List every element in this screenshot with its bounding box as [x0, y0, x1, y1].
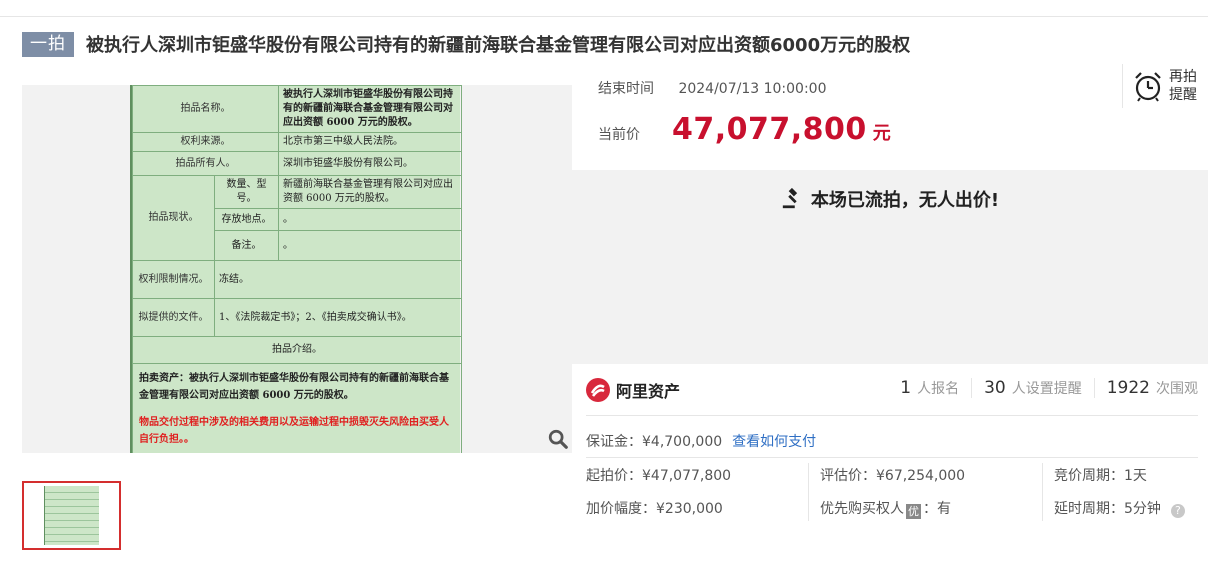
start-price: 起拍价：¥47,077,800 [586, 468, 732, 484]
current-price-value: 47,077,800 [672, 112, 867, 147]
doc-intro-text: 拍卖资产：被执行人深圳市钜盛华股份有限公司持有的新疆前海联合基金管理有限公司对应… [139, 373, 449, 401]
doc-intro-heading: 拍品介绍。 [132, 336, 462, 364]
brand-stats-row: 阿里资产 1 人报名 30 人设置提醒 1922 次围观 [586, 366, 1198, 416]
details-divider [586, 457, 1198, 458]
doc-value: 被执行人深圳市钜盛华股份有限公司持有的新疆前海联合基金管理有限公司对应出资额 6… [278, 85, 462, 133]
stat-count: 30 [984, 378, 1006, 398]
thumbnail-image [44, 486, 99, 545]
top-divider [0, 16, 1208, 17]
bid-increment: 加价幅度：¥230,000 [586, 501, 723, 517]
brand-name: 阿里资产 [616, 382, 681, 401]
end-time-row: 结束时间 2024/07/13 10:00:00 [598, 78, 826, 98]
doc-value: 冻结。 [214, 260, 462, 299]
remind-label: 再拍提醒 [1169, 69, 1197, 103]
gavel-icon [782, 188, 798, 209]
priority-badge: 优 [906, 504, 921, 519]
doc-tail: 。 [133, 452, 461, 453]
doc-value: 北京市第三中级人民法院。 [278, 132, 462, 152]
delay-period: 延时周期：5分钟 [1054, 501, 1161, 517]
priority-buyer-row: 优先购买权人优：有 [820, 498, 951, 519]
magnifier-icon[interactable] [547, 428, 569, 450]
doc-label: 拍品所有人。 [132, 151, 279, 176]
appraisal-price: 评估价：¥67,254,000 [820, 468, 966, 484]
current-price-label: 当前价 [598, 127, 640, 143]
doc-label: 权利来源。 [132, 132, 279, 152]
auction-status-panel: 本场已流拍，无人出价! [572, 170, 1208, 364]
end-time-label: 结束时间 [598, 81, 654, 97]
column-divider [1042, 463, 1043, 521]
deposit-row: 保证金：¥4,700,000 查看如何支付 [586, 431, 816, 451]
stat-label: 人报名 [917, 381, 960, 397]
auction-status-text: 本场已流拍，无人出价! [810, 190, 1000, 211]
title-row: 一拍 被执行人深圳市钜盛华股份有限公司持有的新疆前海联合基金管理有限公司对应出资… [22, 30, 910, 58]
page-title: 被执行人深圳市钜盛华股份有限公司持有的新疆前海联合基金管理有限公司对应出资额60… [86, 35, 911, 56]
ali-brand-icon [586, 378, 610, 402]
doc-sublabel: 备注。 [214, 230, 279, 261]
delay-period-row: 延时周期：5分钟? [1054, 498, 1185, 518]
auction-status: 本场已流拍，无人出价! [572, 186, 1208, 212]
stat-reminders: 30 人设置提醒 [971, 378, 1094, 398]
doc-warning-text: 物品交付过程中涉及的相关费用以及运输过程中损毁灭失风险由买受人自行负担。。 [139, 417, 449, 445]
help-icon[interactable]: ? [1170, 504, 1185, 518]
bid-period: 竞价周期：1天 [1054, 468, 1147, 484]
current-price-row: 当前价 47,077,800 元 [598, 112, 891, 147]
doc-label: 拍品名称。 [132, 85, 279, 133]
stat-label: 次围观 [1156, 381, 1198, 397]
doc-label: 拍品现状。 [132, 175, 215, 261]
doc-value: 新疆前海联合基金管理有限公司对应出资额 6000 万元的股权。 [278, 175, 462, 209]
doc-sublabel: 存放地点。 [214, 208, 279, 231]
current-price-unit: 元 [872, 123, 891, 144]
alarm-clock-icon [1135, 72, 1161, 102]
main-image-viewer[interactable]: 拍品名称。 被执行人深圳市钜盛华股份有限公司持有的新疆前海联合基金管理有限公司对… [22, 85, 572, 453]
priority-buyer-label: 优先购买权人 [820, 501, 904, 517]
stat-signups: 1 人报名 [888, 378, 971, 398]
stats-group: 1 人报名 30 人设置提醒 1922 次围观 [888, 378, 1198, 398]
how-to-pay-link[interactable]: 查看如何支付 [732, 434, 816, 450]
doc-label: 拟提供的文件。 [132, 298, 215, 337]
priority-buyer-value: ：有 [923, 501, 951, 517]
document-image: 拍品名称。 被执行人深圳市钜盛华股份有限公司持有的新疆前海联合基金管理有限公司对… [130, 85, 462, 453]
doc-value: 。 [278, 208, 462, 231]
brand-logo[interactable]: 阿里资产 [586, 378, 680, 402]
column-divider [808, 463, 809, 521]
thumbnail-selected[interactable] [22, 481, 121, 550]
deposit-value: 保证金：¥4,700,000 [586, 434, 723, 450]
doc-value: 。 [278, 230, 462, 261]
stat-label: 人设置提醒 [1011, 381, 1082, 397]
stat-count: 1922 [1106, 378, 1150, 398]
doc-value: 深圳市钜盛华股份有限公司。 [278, 151, 462, 176]
stat-count: 1 [900, 378, 912, 398]
stat-views: 1922 次围观 [1093, 378, 1198, 398]
remind-button[interactable]: 再拍提醒 [1122, 64, 1208, 108]
end-time-value: 2024/07/13 10:00:00 [678, 81, 827, 97]
document-table: 拍品名称。 被执行人深圳市钜盛华股份有限公司持有的新疆前海联合基金管理有限公司对… [132, 85, 462, 453]
doc-value: 1、《法院裁定书》；2、《拍卖成交确认书》。 [214, 298, 462, 337]
doc-label: 权利限制情况。 [132, 260, 215, 299]
doc-sublabel: 数量、型号。 [214, 175, 279, 209]
auction-type-tag: 一拍 [22, 31, 74, 57]
